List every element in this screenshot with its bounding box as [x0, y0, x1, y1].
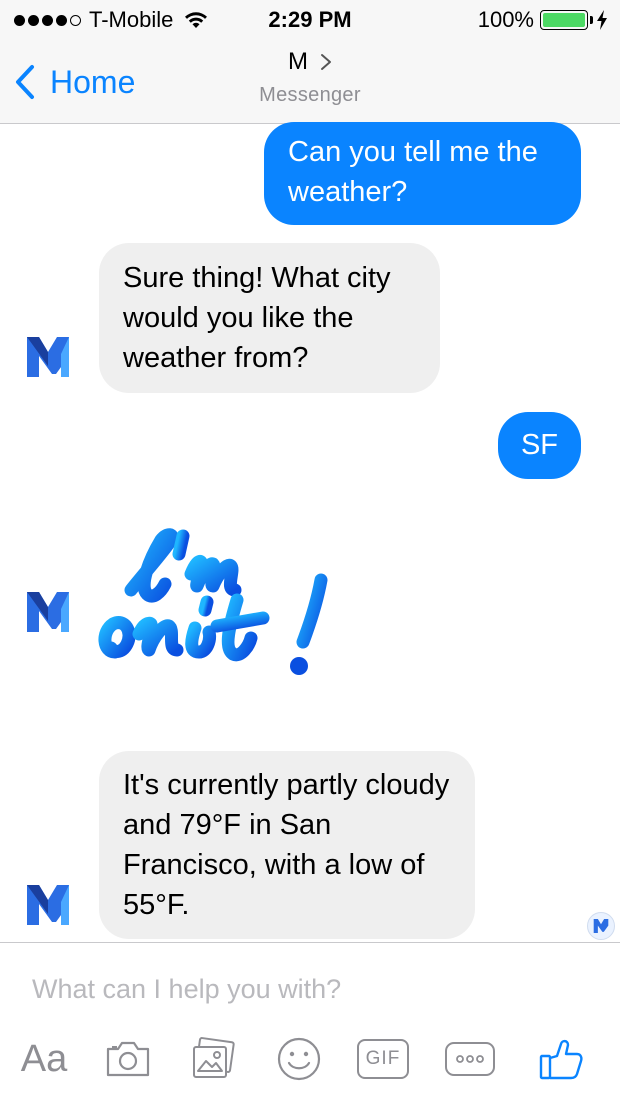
battery-percent: 100% — [477, 7, 534, 32]
m-assistant-logo-icon — [27, 592, 69, 632]
message-bubble-outgoing[interactable]: Can you tell me the weather? — [264, 122, 581, 225]
read-receipt-avatar — [587, 912, 615, 940]
gif-icon: GIF — [357, 1039, 409, 1079]
composer: Aa GI — [0, 942, 620, 1100]
emoji-button[interactable] — [274, 1031, 324, 1087]
chevron-right-icon — [321, 54, 331, 70]
text-format-button[interactable]: Aa — [14, 1031, 74, 1087]
m-assistant-logo-icon — [593, 919, 609, 933]
conversation-title[interactable]: M Messenger — [0, 48, 620, 107]
contact-name: M — [288, 48, 308, 75]
charging-bolt-icon — [597, 10, 607, 30]
m-assistant-logo-icon — [27, 885, 69, 925]
camera-icon — [106, 1041, 150, 1077]
m-assistant-logo-icon — [27, 337, 69, 377]
im-on-it-sticker[interactable] — [95, 520, 345, 705]
message-bubble-outgoing[interactable]: SF — [498, 412, 581, 479]
message-bubble-incoming[interactable]: Sure thing! What city would you like the… — [99, 243, 440, 393]
battery-icon — [540, 10, 593, 30]
message-bubble-incoming[interactable]: It's currently partly cloudy and 79°F in… — [99, 751, 475, 939]
photo-button[interactable] — [188, 1031, 238, 1087]
more-button[interactable] — [444, 1031, 496, 1087]
status-bar: T-Mobile 2:29 PM 100% — [0, 0, 620, 40]
camera-button[interactable] — [104, 1031, 152, 1087]
emoji-icon — [277, 1037, 321, 1081]
gif-button[interactable]: GIF — [356, 1031, 410, 1087]
thumbs-up-icon — [539, 1039, 583, 1080]
message-input[interactable] — [32, 967, 592, 1011]
like-button[interactable] — [535, 1031, 585, 1087]
contact-subtitle: Messenger — [259, 84, 361, 106]
gif-label: GIF — [365, 1048, 401, 1069]
composer-toolbar: Aa GIF — [0, 1031, 620, 1087]
status-bar-right: 100% — [478, 7, 608, 33]
photo-gallery-icon — [193, 1037, 235, 1078]
nav-bar: Home M Messenger — [0, 40, 620, 124]
more-icon — [445, 1042, 495, 1076]
